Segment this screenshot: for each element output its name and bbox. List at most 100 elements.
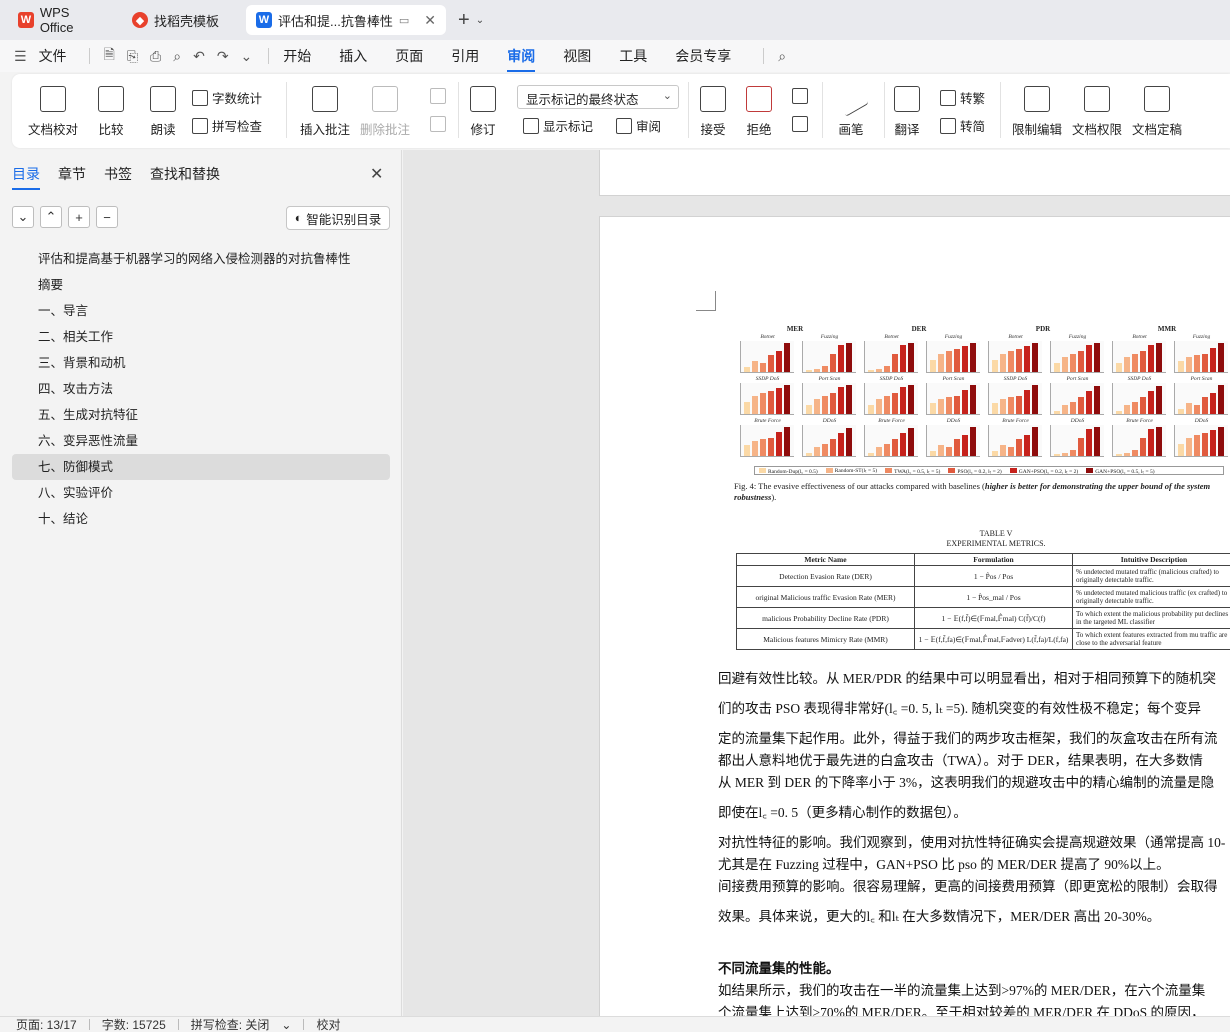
toc-item[interactable]: 一、导言	[12, 298, 390, 324]
toc-item[interactable]: 四、攻击方法	[12, 376, 390, 402]
to-traditional-button[interactable]: 转繁	[940, 88, 985, 107]
document-page[interactable]: Random-Dup(l꜀ = 0.5) Random-ST(lₜ = 5) TWA…	[599, 216, 1230, 1016]
prev-change-button[interactable]	[792, 88, 808, 104]
menu-start[interactable]: 开始	[283, 46, 311, 66]
add-icon[interactable]: +	[68, 206, 90, 228]
section-heading[interactable]: 不同流量集的性能。	[718, 957, 840, 977]
close-tab-icon[interactable]: ✕	[424, 12, 436, 29]
menu-review[interactable]: 审阅	[507, 46, 536, 72]
paragraph-line[interactable]: 间接费用预算的影响。很容易理解，更高的间接费用预算（即更宽松的限制）会取得	[718, 875, 1218, 895]
review-pane-label: 审阅	[636, 120, 662, 134]
menu-tools[interactable]: 工具	[619, 46, 647, 66]
toc-item[interactable]: 二、相关工作	[12, 324, 390, 350]
menu-view[interactable]: 视图	[563, 46, 591, 66]
tab-bookmarks[interactable]: 书签	[104, 164, 132, 190]
markup-state-select[interactable]: 显示标记的最终状态 ⌄	[517, 85, 679, 109]
menu-reference[interactable]: 引用	[451, 46, 479, 66]
translate-button[interactable]: 翻译	[894, 86, 920, 138]
toc-item[interactable]: 七、防御模式	[12, 454, 390, 480]
reject-button[interactable]: 拒绝	[746, 86, 772, 138]
show-markup-button[interactable]: 显示标记	[523, 116, 593, 135]
search-icon[interactable]: ⌕	[778, 48, 786, 65]
bar	[1032, 427, 1038, 456]
delete-comment-button[interactable]: 删除批注	[360, 86, 410, 138]
hamburger-icon[interactable]: ☰	[14, 48, 27, 65]
paragraph-line[interactable]: 尤其是在 Fuzzing 过程中，GAN+PSO 比 pso 的 MER/DER…	[718, 853, 1170, 873]
toc-item[interactable]: 八、实验评价	[12, 480, 390, 506]
to-simplified-button[interactable]: 转简	[940, 116, 985, 135]
collapse-up-icon[interactable]: ⌃	[40, 206, 62, 228]
restrict-edit-button[interactable]: 限制编辑	[1012, 86, 1062, 138]
doc-check-icon	[40, 86, 66, 112]
read-aloud-button[interactable]: 朗读	[150, 86, 176, 138]
review-pane-button[interactable]: 审阅	[616, 116, 661, 135]
next-change-button[interactable]	[792, 116, 808, 132]
prev-comment-button[interactable]	[430, 88, 446, 104]
accept-button[interactable]: 接受	[700, 86, 726, 138]
toc-item[interactable]: 五、生成对抗特征	[12, 402, 390, 428]
paragraph-line[interactable]: 回避有效性比较。从 MER/PDR 的结果中可以明显看出，相对于相同预算下的随机…	[718, 667, 1216, 687]
new-tab-icon[interactable]: +	[458, 9, 470, 32]
tab-current-document[interactable]: W 评估和提...抗鲁棒性 ▭ ✕	[246, 5, 446, 35]
window-icon[interactable]: ▭	[399, 14, 409, 27]
paragraph-line[interactable]: 如结果所示，我们的攻击在一半的流量集上达到>97%的 MER/DER，在六个流量…	[718, 979, 1205, 999]
doc-check-button[interactable]: 文档校对	[28, 86, 78, 138]
insert-comment-button[interactable]: 插入批注	[300, 86, 350, 138]
divider	[88, 48, 90, 64]
save-icon[interactable]: 🗎	[104, 44, 115, 68]
close-icon[interactable]: ✕	[370, 164, 383, 184]
paragraph-line[interactable]: 即使在l꜀ =0. 5（更多精心制作的数据包）。	[718, 801, 967, 821]
bar	[830, 439, 836, 456]
tab-sections[interactable]: 章节	[58, 164, 86, 190]
smart-toc-button[interactable]: ◐ 智能识别目录	[286, 206, 390, 230]
share-icon[interactable]: ⎘	[127, 48, 138, 65]
chevron-down-icon[interactable]: ⌄	[476, 15, 484, 26]
proofread-status[interactable]: 校对	[316, 1016, 340, 1032]
menu-member[interactable]: 会员专享	[675, 46, 731, 66]
toc-item[interactable]: 评估和提高基于机器学习的网络入侵检测器的对抗鲁棒性	[12, 246, 390, 272]
paragraph-line[interactable]: 效果。具体来说，更大的l꜀ 和lₜ 在大多数情况下，MER/DER 高出 20-…	[718, 905, 1160, 925]
next-comment-button[interactable]	[430, 116, 446, 132]
paragraph-line[interactable]: 定的流量集下起作用。此外，得益于我们的两步攻击框架，我们的灰盒攻击在所有流	[718, 727, 1218, 747]
toc-item[interactable]: 十、结论	[12, 506, 390, 532]
tab-toc[interactable]: 目录	[12, 164, 40, 190]
doc-finalize-button[interactable]: 文档定稿	[1132, 86, 1182, 138]
menu-insert[interactable]: 插入	[339, 46, 367, 66]
print-icon[interactable]: ⎙	[150, 48, 161, 65]
chevron-down-icon[interactable]: ⌄	[281, 1018, 291, 1032]
redo-icon[interactable]: ↷	[217, 48, 229, 65]
bar	[946, 351, 952, 372]
spell-check-button[interactable]: 拼写检查	[192, 116, 262, 135]
paragraph-line[interactable]: 对抗性特征的影响。我们观察到，使用对抗性特征确实会提高规避效果（通常提高 10-	[718, 831, 1225, 851]
spell-check-status[interactable]: 拼写检查: 关闭	[191, 1016, 270, 1032]
file-menu[interactable]: 文件	[39, 46, 67, 66]
menu-page[interactable]: 页面	[395, 46, 423, 66]
paragraph-line[interactable]: 个流量集上达到>70%的 MER/DER。至于相对较差的 MER/DER 在 D…	[718, 1001, 1205, 1016]
paragraph-line[interactable]: 从 MER 到 DER 的下降率小于 3%，这表明我们的规避攻击中的精心编制的流…	[718, 771, 1214, 791]
legend-label: GAN+PSO(l꜀ = 0.2, lₜ = 2)	[1018, 468, 1079, 475]
print-preview-icon[interactable]: ⌕	[173, 48, 181, 65]
page-indicator[interactable]: 页面: 13/17	[16, 1016, 77, 1032]
remove-icon[interactable]: −	[96, 206, 118, 228]
toc-item[interactable]: 六、变异恶性流量	[12, 428, 390, 454]
pen-button[interactable]: 画笔	[833, 81, 869, 138]
word-count-button[interactable]: 字数统计	[192, 88, 262, 107]
document-canvas[interactable]: Random-Dup(l꜀ = 0.5) Random-ST(lₜ = 5) TWA…	[403, 150, 1230, 1016]
bar	[892, 439, 898, 456]
tab-docer-templates[interactable]: ◆ 找稻壳模板	[122, 5, 240, 35]
word-count-indicator[interactable]: 字数: 15725	[102, 1016, 166, 1032]
doc-permission-button[interactable]: 文档权限	[1072, 86, 1122, 138]
revise-button[interactable]: 修订	[470, 86, 496, 138]
toc-item[interactable]: 摘要	[12, 272, 390, 298]
paragraph-line[interactable]: 都出人意料地优于最先进的白盒攻击（TWA）。对于 DER，结果表明，在大多数情	[718, 749, 1203, 769]
paragraph-line[interactable]: 们的攻击 PSO 表现得非常好(l꜀ =0. 5, lₜ =5). 随机突变的有…	[718, 697, 1201, 717]
tab-wps-office[interactable]: W WPS Office	[8, 5, 116, 35]
chevron-down-icon[interactable]: ⌄	[241, 48, 253, 65]
expand-down-icon[interactable]: ⌄	[12, 206, 34, 228]
toc-item[interactable]: 三、背景和动机	[12, 350, 390, 376]
subplot: DDoS	[1050, 418, 1104, 457]
subplot-title: Port Scan	[942, 376, 965, 382]
undo-icon[interactable]: ↶	[193, 48, 205, 65]
compare-button[interactable]: 比较	[98, 86, 124, 138]
tab-find-replace[interactable]: 查找和替换	[150, 164, 220, 190]
